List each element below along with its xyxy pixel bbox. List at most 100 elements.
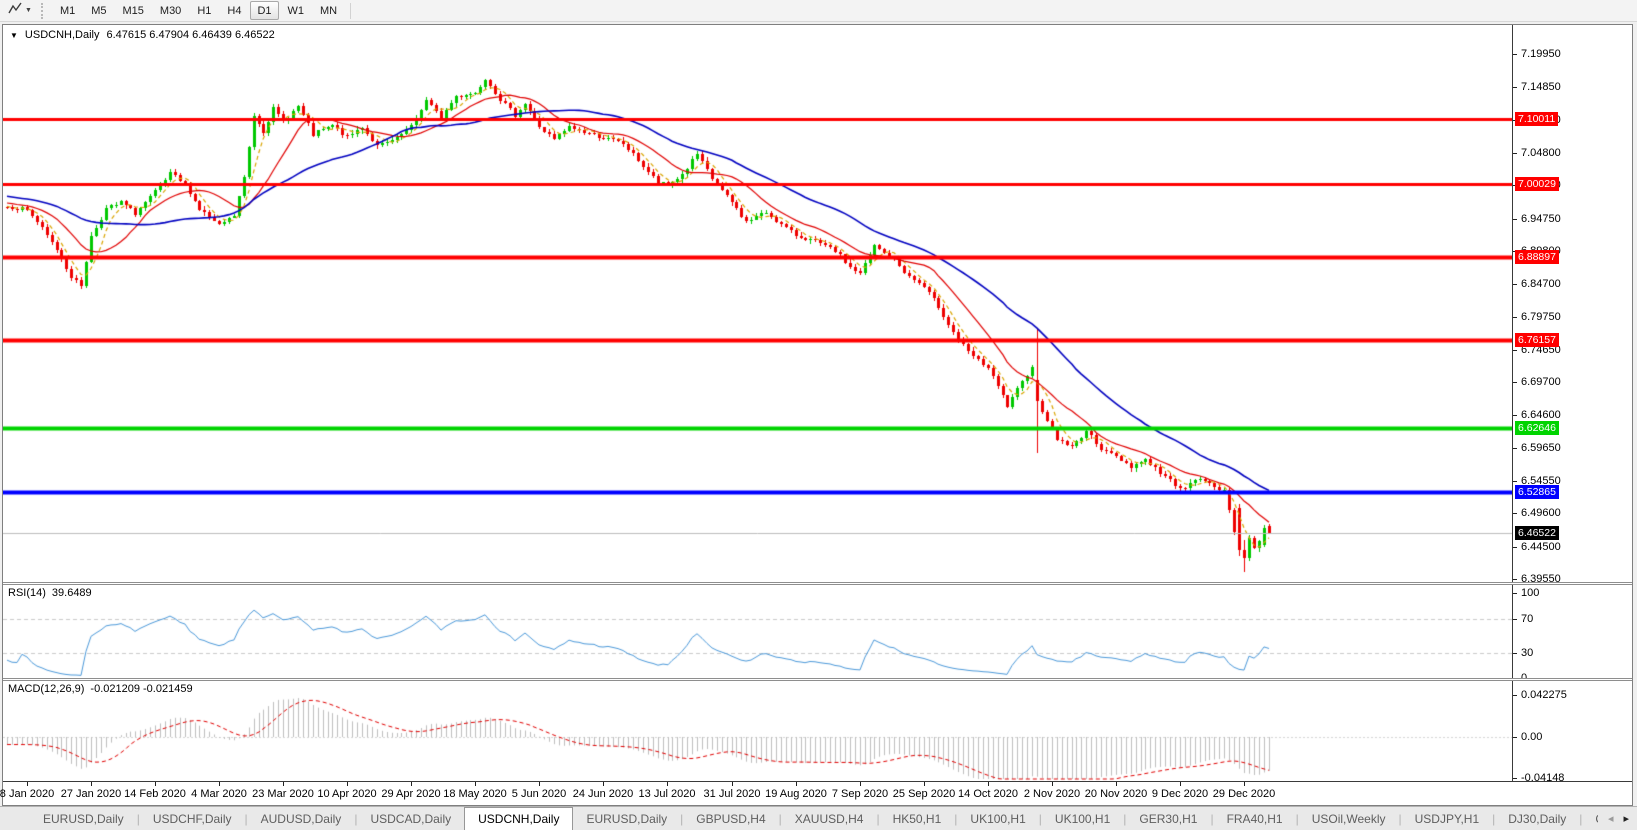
date-tick xyxy=(860,782,861,786)
date-label: 31 Jul 2020 xyxy=(704,788,761,800)
time-axis[interactable]: 8 Jan 202027 Jan 202014 Feb 20204 Mar 20… xyxy=(3,781,1632,805)
axis-tick xyxy=(1513,219,1517,220)
tab-usdcnh-daily[interactable]: USDCNH,Daily xyxy=(464,807,573,830)
axis-tick xyxy=(1513,54,1517,55)
date-label: 13 Jul 2020 xyxy=(639,788,696,800)
date-label: 27 Jan 2020 xyxy=(61,788,122,800)
timeframe-button-group: M1M5M15M30H1H4D1W1MN xyxy=(52,1,345,20)
toolbar-grip[interactable] xyxy=(41,3,46,19)
tab-audusd-daily[interactable]: AUDUSD,Daily xyxy=(248,807,355,830)
level-price-label: 6.62646 xyxy=(1515,421,1559,435)
axis-tick xyxy=(1513,481,1517,482)
axis-tick-label: 7.19950 xyxy=(1521,48,1561,60)
axis-tick xyxy=(1513,695,1517,696)
axis-tick-label: 6.79750 xyxy=(1521,311,1561,323)
macd-indicator-label: MACD(12,26,9)-0.021209 -0.021459 xyxy=(8,683,193,695)
axis-tick-label: 6.69700 xyxy=(1521,376,1561,388)
date-label: 25 Sep 2020 xyxy=(893,788,955,800)
axis-tick-label: 6.44500 xyxy=(1521,541,1561,553)
timeframe-button-m30[interactable]: M30 xyxy=(153,1,188,20)
date-tick xyxy=(219,782,220,786)
chart-tool-button[interactable]: ▼ xyxy=(2,0,37,22)
date-label: 10 Apr 2020 xyxy=(317,788,376,800)
timeframe-button-m1[interactable]: M1 xyxy=(53,1,82,20)
tab-scroll-arrows: ◂ ▸ xyxy=(1598,807,1637,830)
tab-usdjpy-h1[interactable]: USDJPY,H1 xyxy=(1402,807,1492,830)
axis-tick xyxy=(1513,284,1517,285)
axis-tick xyxy=(1513,653,1517,654)
date-label: 14 Oct 2020 xyxy=(958,788,1018,800)
main-chart-canvas[interactable] xyxy=(3,25,1512,582)
date-label: 8 Jan 2020 xyxy=(0,788,54,800)
axis-tick-label: 7.14850 xyxy=(1521,81,1561,93)
tab-usdchf-daily[interactable]: USDCHF,Daily xyxy=(140,807,245,830)
axis-tick xyxy=(1513,87,1517,88)
level-price-label: 7.10011 xyxy=(1515,112,1558,126)
tab-usdcad-daily[interactable]: USDCAD,Daily xyxy=(357,807,464,830)
axis-tick xyxy=(1513,547,1517,548)
axis-tick-label: 6.59650 xyxy=(1521,442,1561,454)
pane-splitter-macd[interactable] xyxy=(3,678,1632,681)
timeframe-button-m15[interactable]: M15 xyxy=(116,1,151,20)
date-tick xyxy=(475,782,476,786)
date-label: 5 Jun 2020 xyxy=(512,788,566,800)
date-tick xyxy=(411,782,412,786)
axis-tick-label: 6.94750 xyxy=(1521,213,1561,225)
timeframe-button-h1[interactable]: H1 xyxy=(190,1,218,20)
rsi-indicator-label: RSI(14)39.6489 xyxy=(8,587,92,599)
tab-hk50-h1[interactable]: HK50,H1 xyxy=(880,807,955,830)
chart-symbol-label: USDCNH,Daily xyxy=(25,29,100,41)
pane-splitter-rsi[interactable] xyxy=(3,582,1632,585)
date-tick xyxy=(91,782,92,786)
date-tick xyxy=(1116,782,1117,786)
tab-scroll-left-icon[interactable]: ◂ xyxy=(1608,812,1614,825)
timeframe-button-mn[interactable]: MN xyxy=(313,1,344,20)
current-price-label: 6.46522 xyxy=(1515,526,1559,540)
tab-xauusd-h4[interactable]: XAUUSD,H4 xyxy=(782,807,877,830)
axis-tick-label: 6.84700 xyxy=(1521,278,1561,290)
macd-axis-label: 0.042275 xyxy=(1521,689,1567,701)
date-label: 4 Mar 2020 xyxy=(191,788,247,800)
axis-tick xyxy=(1513,153,1517,154)
macd-pane-canvas[interactable] xyxy=(3,681,1512,781)
timeframe-button-d1[interactable]: D1 xyxy=(250,1,278,20)
date-tick xyxy=(1244,782,1245,786)
axis-tick xyxy=(1513,778,1517,779)
axis-tick xyxy=(1513,317,1517,318)
level-price-label: 6.76157 xyxy=(1515,333,1559,347)
timeframe-button-w1[interactable]: W1 xyxy=(281,1,312,20)
collapse-icon[interactable]: ▼ xyxy=(10,31,18,40)
date-tick xyxy=(924,782,925,786)
date-tick xyxy=(732,782,733,786)
date-tick xyxy=(1180,782,1181,786)
timeframe-button-m5[interactable]: M5 xyxy=(84,1,113,20)
tab-eurusd-daily[interactable]: EURUSD,Daily xyxy=(573,807,680,830)
axis-tick xyxy=(1513,579,1517,580)
date-tick xyxy=(667,782,668,786)
chart-ohlc-quotes: 6.47615 6.47904 6.46439 6.46522 xyxy=(106,29,274,41)
timeframe-button-h4[interactable]: H4 xyxy=(220,1,248,20)
level-price-label: 6.52865 xyxy=(1515,485,1559,499)
price-axis[interactable]: 7.199507.148507.099007.048006.998506.947… xyxy=(1512,25,1632,781)
date-tick xyxy=(796,782,797,786)
top-toolbar: ▼ M1M5M15M30H1H4D1W1MN xyxy=(0,0,1637,22)
level-price-label: 7.00029 xyxy=(1515,177,1559,191)
tab-ger30-h1[interactable]: GER30,H1 xyxy=(1126,807,1210,830)
level-price-label: 6.88897 xyxy=(1515,250,1559,264)
tab-fra40-h1[interactable]: FRA40,H1 xyxy=(1214,807,1296,830)
date-tick xyxy=(155,782,156,786)
tab-dj30-daily[interactable]: DJ30,Daily xyxy=(1495,807,1579,830)
tab-usoil-weekly[interactable]: USOil,Weekly xyxy=(1299,807,1399,830)
date-label: 29 Apr 2020 xyxy=(381,788,440,800)
rsi-pane-canvas[interactable] xyxy=(3,585,1512,678)
tab-uk100-h1[interactable]: UK100,H1 xyxy=(1042,807,1123,830)
axis-tick-label: 6.64600 xyxy=(1521,409,1561,421)
axis-tick xyxy=(1513,593,1517,594)
tab-scroll-right-icon[interactable]: ▸ xyxy=(1623,812,1629,825)
tab-uk100-h1[interactable]: UK100,H1 xyxy=(957,807,1038,830)
tab-eurusd-daily[interactable]: EURUSD,Daily xyxy=(30,807,137,830)
date-label: 29 Dec 2020 xyxy=(1213,788,1275,800)
chart-title: ▼ USDCNH,Daily 6.47615 6.47904 6.46439 6… xyxy=(10,29,275,41)
date-tick xyxy=(283,782,284,786)
tab-gbpusd-h4[interactable]: GBPUSD,H4 xyxy=(683,807,778,830)
